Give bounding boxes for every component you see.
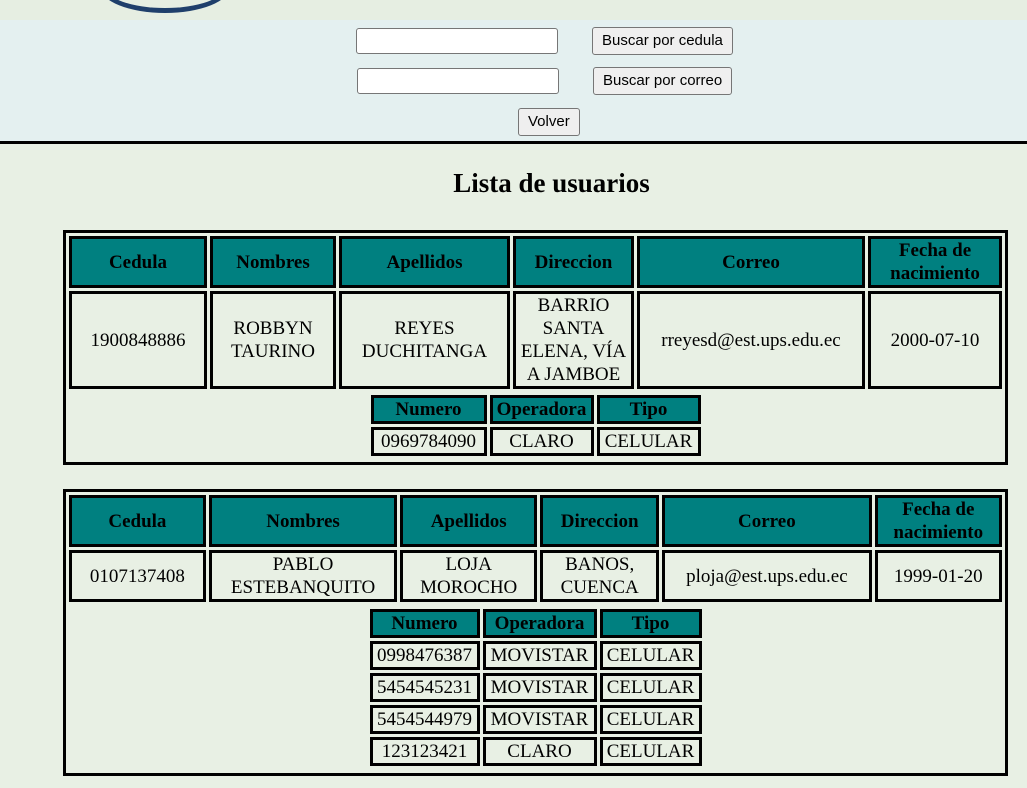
search-bar: Buscar por cedula Buscar por correo Volv… (0, 20, 1027, 144)
header-nombres: Nombres (208, 495, 398, 547)
phone-row: 5454544979 MOVISTAR CELULAR (369, 705, 702, 734)
user-fecha: 2000-07-10 (868, 291, 1002, 389)
header-strip (0, 0, 1027, 20)
user-fecha: 1999-01-20 (874, 550, 1002, 602)
header-direccion: Direccion (540, 495, 660, 547)
user-table: Cedula Nombres Apellidos Direccion Corre… (63, 489, 1008, 776)
user-header-row: Cedula Nombres Apellidos Direccion Corre… (69, 236, 1002, 288)
phone-numero: 5454544979 (369, 705, 480, 734)
header-fecha: Fecha de nacimiento (874, 495, 1002, 547)
phone-tipo: CELULAR (599, 737, 702, 766)
user-row: 0107137408 PABLO ESTEBANQUITO LOJA MOROC… (69, 550, 1002, 602)
cedula-search-input[interactable] (356, 28, 558, 54)
phone-operadora: MOVISTAR (482, 641, 597, 670)
header-operadora: Operadora (489, 395, 594, 424)
phone-numero: 123123421 (369, 737, 480, 766)
phones-table: Numero Operadora Tipo 0998476387 MOVISTA… (367, 606, 705, 769)
phone-operadora: MOVISTAR (482, 673, 597, 702)
phone-row: 0998476387 MOVISTAR CELULAR (369, 641, 702, 670)
header-correo: Correo (662, 495, 872, 547)
search-by-email-button[interactable]: Buscar por correo (593, 67, 733, 95)
phone-numero: 5454545231 (369, 673, 480, 702)
user-table: Cedula Nombres Apellidos Direccion Corre… (63, 230, 1008, 465)
header-cedula: Cedula (69, 236, 207, 288)
phones-cell: Numero Operadora Tipo 0998476387 MOVISTA… (69, 605, 1002, 770)
user-header-row: Cedula Nombres Apellidos Direccion Corre… (69, 495, 1002, 547)
user-nombres: PABLO ESTEBANQUITO (208, 550, 398, 602)
phone-numero: 0998476387 (369, 641, 480, 670)
user-correo: rreyesd@est.ups.edu.ec (637, 291, 865, 389)
header-numero: Numero (370, 395, 487, 424)
phone-header-row: Numero Operadora Tipo (370, 395, 701, 424)
header-nombres: Nombres (210, 236, 336, 288)
user-direccion: BANOS, CUENCA (540, 550, 660, 602)
user-cedula: 1900848886 (69, 291, 207, 389)
phone-operadora: CLARO (489, 427, 594, 456)
phone-tipo: CELULAR (596, 427, 701, 456)
phone-header-row: Numero Operadora Tipo (369, 609, 702, 638)
header-cedula: Cedula (69, 495, 206, 547)
phone-tipo: CELULAR (599, 705, 702, 734)
header-tipo: Tipo (596, 395, 701, 424)
search-by-cedula-button[interactable]: Buscar por cedula (592, 27, 733, 55)
user-cedula: 0107137408 (69, 550, 206, 602)
header-direccion: Direccion (513, 236, 634, 288)
phone-row: 0969784090 CLARO CELULAR (370, 427, 701, 456)
user-direccion: BARRIO SANTA ELENA, VÍA A JAMBOE (513, 291, 634, 389)
page-title: Lista de usuarios (453, 168, 650, 198)
phone-tipo: CELULAR (599, 641, 702, 670)
phone-numero: 0969784090 (370, 427, 487, 456)
phones-table: Numero Operadora Tipo 0969784090 CLARO C… (368, 392, 704, 459)
phone-operadora: MOVISTAR (482, 705, 597, 734)
user-nombres: ROBBYN TAURINO (210, 291, 336, 389)
header-operadora: Operadora (482, 609, 597, 638)
phone-operadora: CLARO (482, 737, 597, 766)
email-search-input[interactable] (357, 68, 559, 94)
phone-row: 5454545231 MOVISTAR CELULAR (369, 673, 702, 702)
header-tipo: Tipo (599, 609, 702, 638)
phones-cell: Numero Operadora Tipo 0969784090 CLARO C… (69, 392, 1002, 459)
header-apellidos: Apellidos (400, 495, 538, 547)
header-correo: Correo (637, 236, 865, 288)
header-fecha: Fecha de nacimiento (868, 236, 1002, 288)
phone-tipo: CELULAR (599, 673, 702, 702)
user-apellidos: REYES DUCHITANGA (339, 291, 510, 389)
phone-row: 123123421 CLARO CELULAR (369, 737, 702, 766)
header-numero: Numero (369, 609, 480, 638)
logo (100, 0, 230, 13)
user-apellidos: LOJA MOROCHO (400, 550, 538, 602)
header-apellidos: Apellidos (339, 236, 510, 288)
back-button[interactable]: Volver (518, 108, 580, 136)
user-correo: ploja@est.ups.edu.ec (662, 550, 872, 602)
user-row: 1900848886 ROBBYN TAURINO REYES DUCHITAN… (69, 291, 1002, 389)
